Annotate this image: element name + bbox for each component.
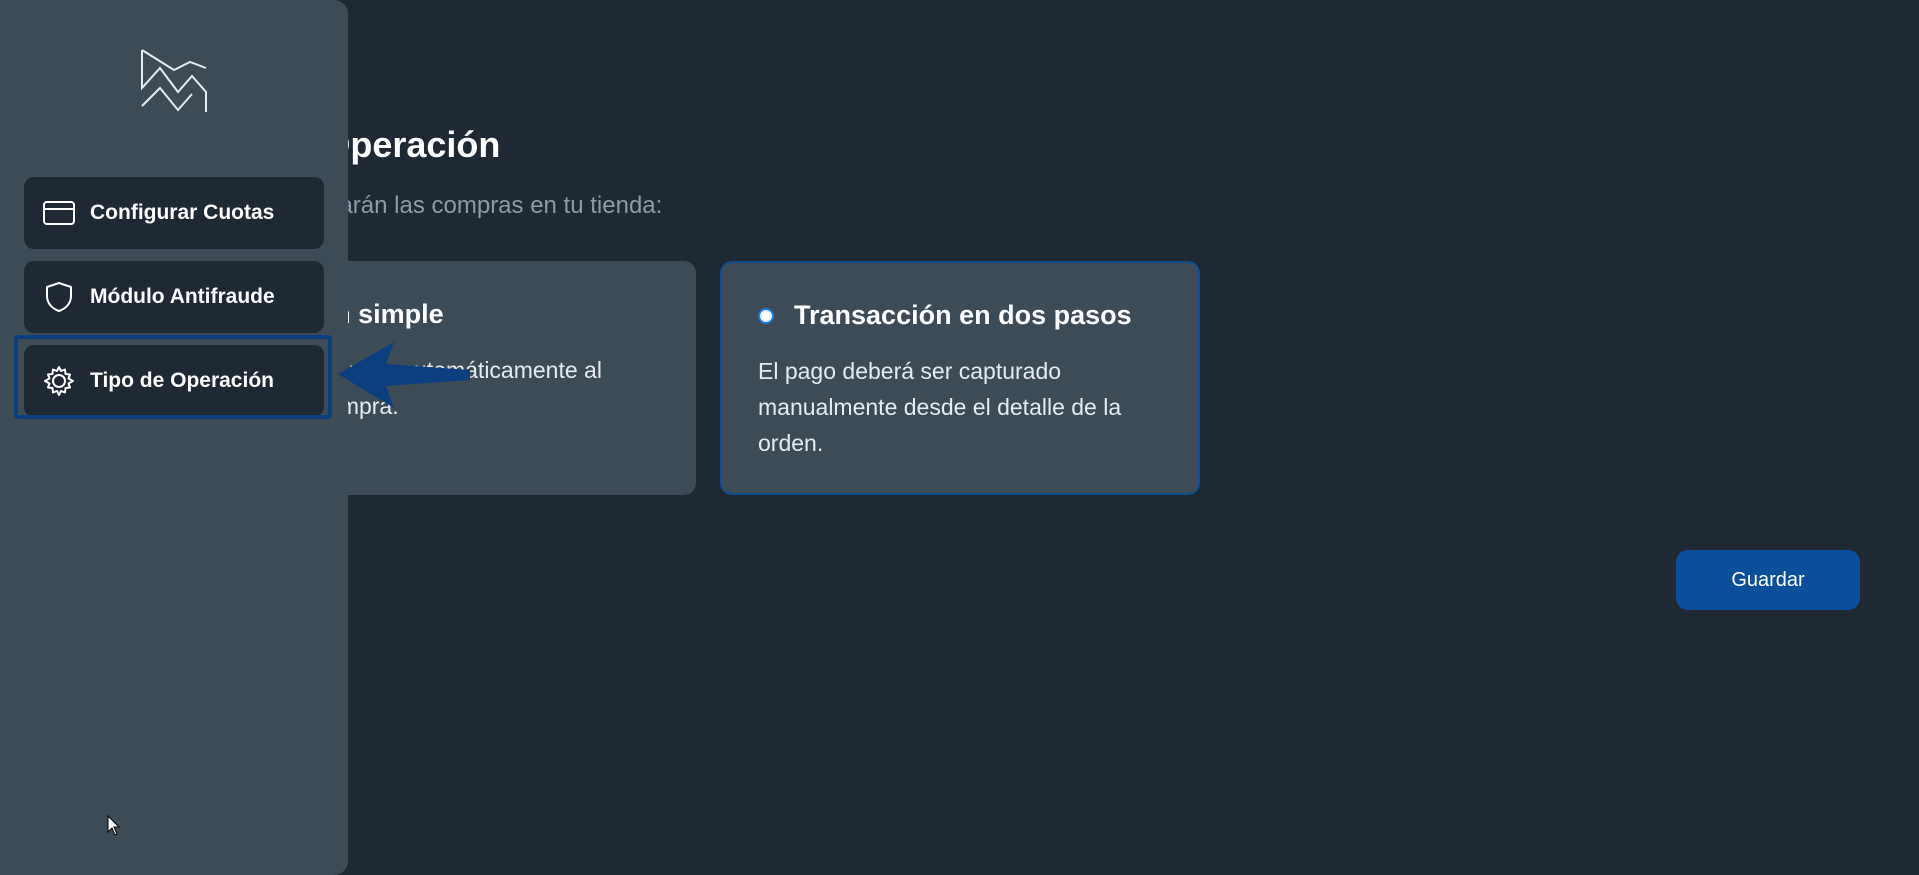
sidebar-item-label: Configurar Cuotas [90, 201, 275, 224]
credit-card-icon [42, 196, 76, 230]
pointer-arrow-icon [338, 342, 470, 408]
gear-icon [42, 364, 76, 398]
save-button[interactable]: Guardar [1676, 550, 1860, 610]
sidebar-item-label: Tipo de Operación [90, 369, 274, 392]
shield-icon [42, 280, 76, 314]
sidebar: Configurar Cuotas Módulo Antifraude Tipo… [0, 0, 348, 875]
option-description-two-step: El pago deberá ser capturado manualmente… [758, 358, 1122, 456]
sidebar-item-tipo-de-operacion[interactable]: Tipo de Operación [24, 345, 324, 417]
option-title-two-step: Transacción en dos pasos [794, 300, 1132, 330]
mouse-cursor-icon [107, 815, 121, 836]
radio-two-step-icon[interactable] [758, 307, 774, 324]
sidebar-item-configurar-cuotas[interactable]: Configurar Cuotas [24, 177, 324, 249]
sidebar-item-modulo-antifraude[interactable]: Módulo Antifraude [24, 261, 324, 333]
brand-logo-icon [141, 49, 207, 112]
option-heading-two-step: Transacción en dos pasos [758, 300, 1132, 331]
option-card-two-step[interactable]: Transacción en dos pasos El pago deberá … [720, 261, 1200, 495]
app-page: Tipo de Operación Define cómo se operará… [0, 0, 1919, 875]
sidebar-item-label: Módulo Antifraude [90, 285, 275, 308]
